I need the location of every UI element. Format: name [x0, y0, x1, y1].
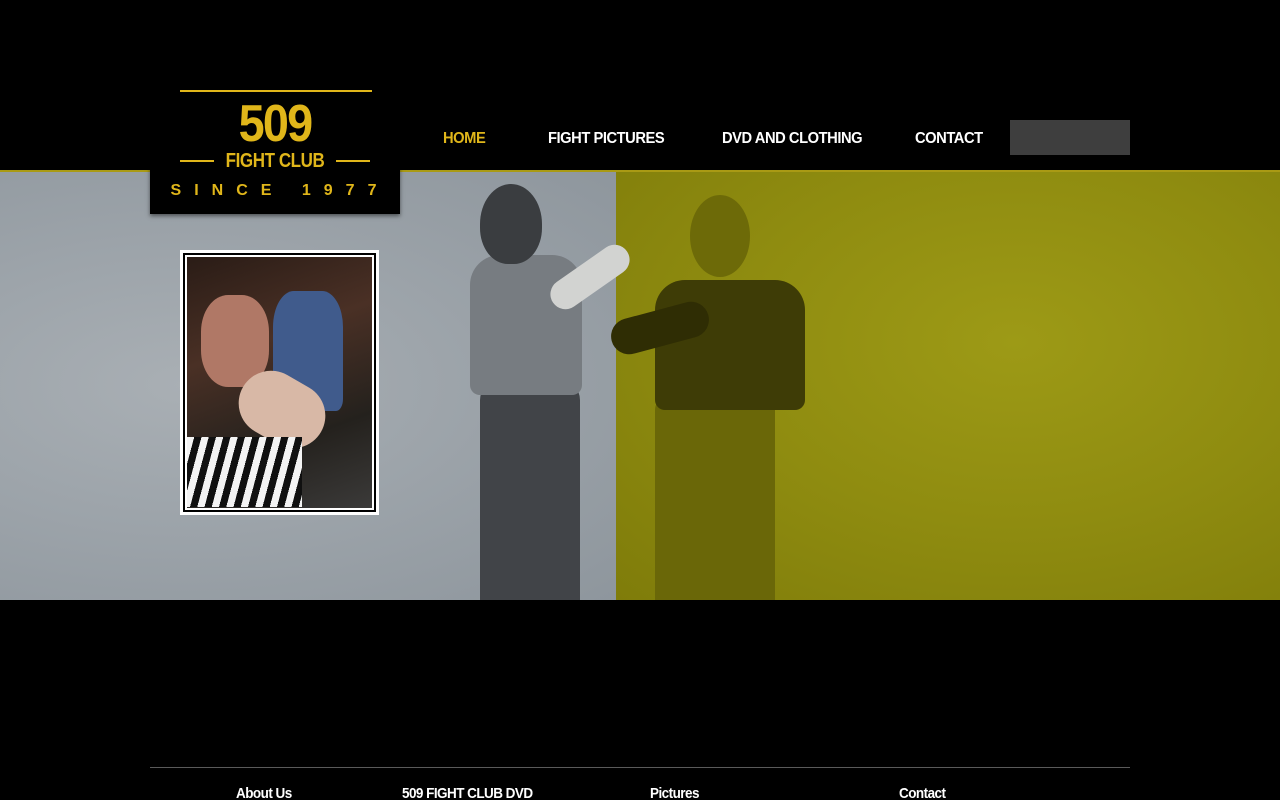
fight-photo — [187, 257, 372, 508]
fight-photo-frame[interactable] — [180, 250, 379, 515]
boxer-left-legs — [480, 380, 580, 600]
logo-name: FIGHT CLUB — [225, 150, 325, 172]
site-logo[interactable]: 509 FIGHT CLUB SINCE 1977 — [150, 80, 400, 214]
nav-item-fight-pictures[interactable]: FIGHT PICTURES — [548, 130, 665, 148]
logo-top-rule — [180, 90, 372, 92]
nav-item-contact[interactable]: CONTACT — [915, 130, 983, 148]
boxer-right-torso — [655, 280, 805, 410]
footer-link-contact[interactable]: Contact — [899, 785, 946, 800]
footer-link-dvd[interactable]: 509 FIGHT CLUB DVD — [402, 785, 533, 800]
footer-link-about-us[interactable]: About Us — [236, 785, 292, 800]
footer-divider — [150, 767, 1130, 768]
logo-subtitle-row: FIGHT CLUB — [180, 150, 370, 172]
search-input[interactable] — [1010, 120, 1130, 155]
nav-item-dvd-and-clothing[interactable]: DVD AND CLOTHING — [722, 130, 863, 148]
footer-link-pictures[interactable]: Pictures — [650, 785, 700, 800]
logo-number: 509 — [238, 95, 313, 153]
logo-since: SINCE 1977 — [170, 182, 390, 199]
logo-rule-left — [180, 160, 214, 162]
fight-photo-border — [183, 253, 376, 512]
boxer-right-head — [690, 195, 750, 277]
nav-item-home[interactable]: HOME — [443, 130, 486, 148]
logo-rule-right — [336, 160, 370, 162]
boxer-right-legs — [655, 395, 775, 600]
photo-referee-shirt — [187, 437, 302, 507]
boxer-left-head — [480, 184, 542, 264]
